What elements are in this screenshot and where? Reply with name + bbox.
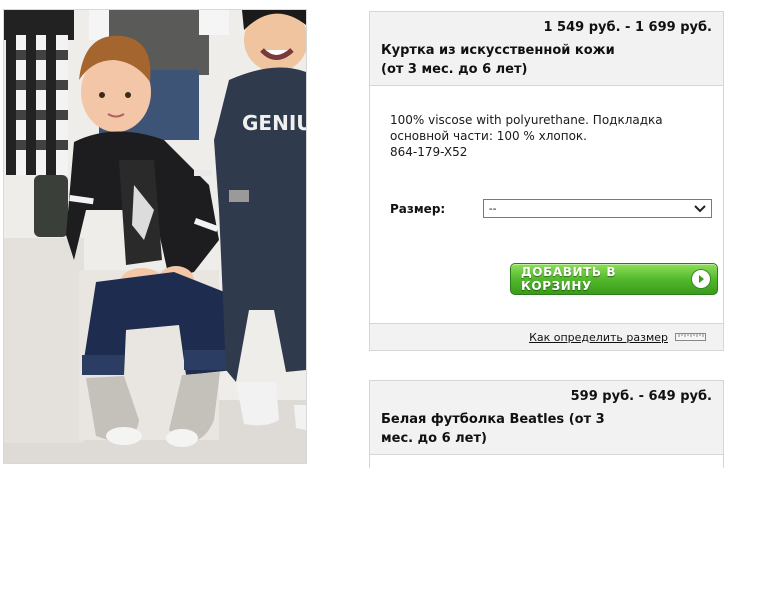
price-range: 599 руб. - 649 руб.: [570, 389, 712, 404]
product-card-header: 1 549 руб. - 1 699 руб. Куртка из искусс…: [370, 12, 723, 86]
product-sku: 864-179-X52: [390, 145, 468, 159]
add-to-cart-button[interactable]: ДОБАВИТЬ В КОРЗИНУ: [510, 263, 718, 295]
product-card-footer: Как определить размер: [370, 323, 723, 350]
size-select[interactable]: --: [482, 199, 712, 218]
product-photo: GENIU: [3, 9, 307, 464]
product-card-header: 599 руб. - 649 руб. Белая футболка Beatl…: [370, 381, 723, 455]
material-text: 100% viscose with polyurethane. Подкладк…: [390, 113, 663, 143]
ruler-icon: [675, 333, 706, 341]
product-title: Белая футболка Beatles (от 3 мес. до 6 л…: [381, 412, 605, 446]
size-guide-link[interactable]: Как определить размер: [529, 331, 668, 344]
price-range: 1 549 руб. - 1 699 руб.: [543, 20, 712, 35]
arrow-right-icon: [691, 269, 711, 289]
size-select-value: --: [488, 202, 497, 215]
shirt-print-text: GENIU: [242, 111, 306, 135]
size-row: Размер: --: [370, 160, 723, 218]
product-title: Куртка из искусственной кожи (от 3 мес. …: [381, 43, 615, 77]
size-label: Размер:: [390, 201, 446, 216]
product-card: 1 549 руб. - 1 699 руб. Куртка из искусс…: [369, 11, 724, 351]
product-card: 599 руб. - 649 руб. Белая футболка Beatl…: [369, 380, 724, 468]
checked-pants: [6, 35, 68, 175]
product-photo-illustration: GENIU: [4, 10, 306, 463]
add-to-cart-label: ДОБАВИТЬ В КОРЗИНУ: [521, 265, 617, 293]
chevron-down-icon: [694, 204, 706, 212]
product-description: 100% viscose with polyurethane. Подкладк…: [370, 86, 723, 160]
